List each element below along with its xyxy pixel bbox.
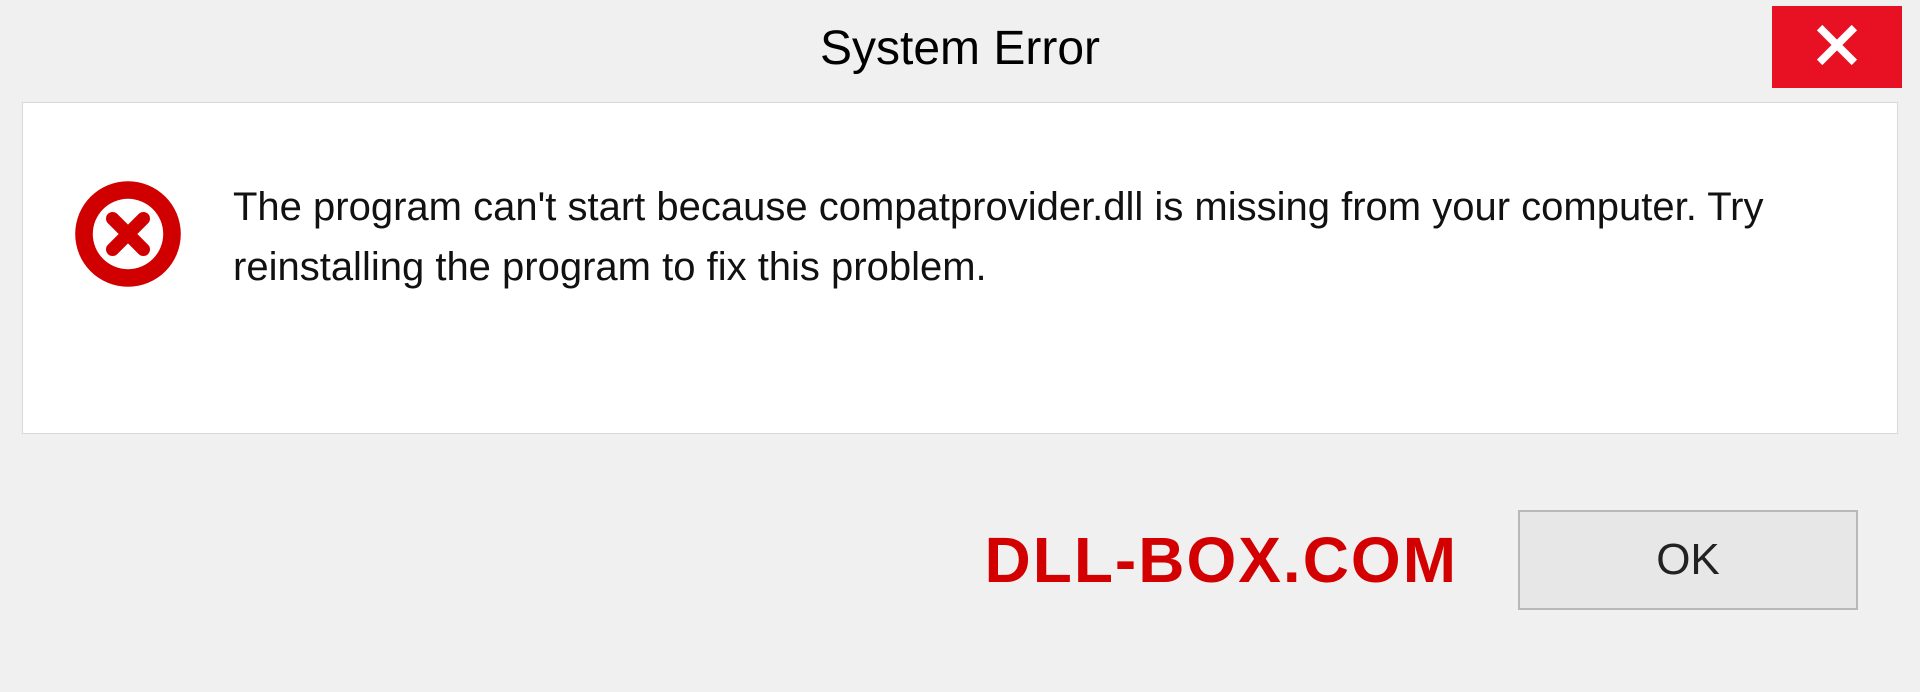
close-button[interactable] xyxy=(1772,6,1902,88)
dialog-footer: DLL-BOX.COM OK xyxy=(22,434,1898,686)
ok-button[interactable]: OK xyxy=(1518,510,1858,610)
close-icon xyxy=(1815,23,1859,72)
titlebar: System Error xyxy=(0,0,1920,96)
watermark-text: DLL-BOX.COM xyxy=(985,523,1459,597)
dialog-body: The program can't start because compatpr… xyxy=(22,102,1898,434)
error-icon xyxy=(73,179,183,294)
dialog-title: System Error xyxy=(820,21,1100,76)
error-message: The program can't start because compatpr… xyxy=(233,173,1847,297)
